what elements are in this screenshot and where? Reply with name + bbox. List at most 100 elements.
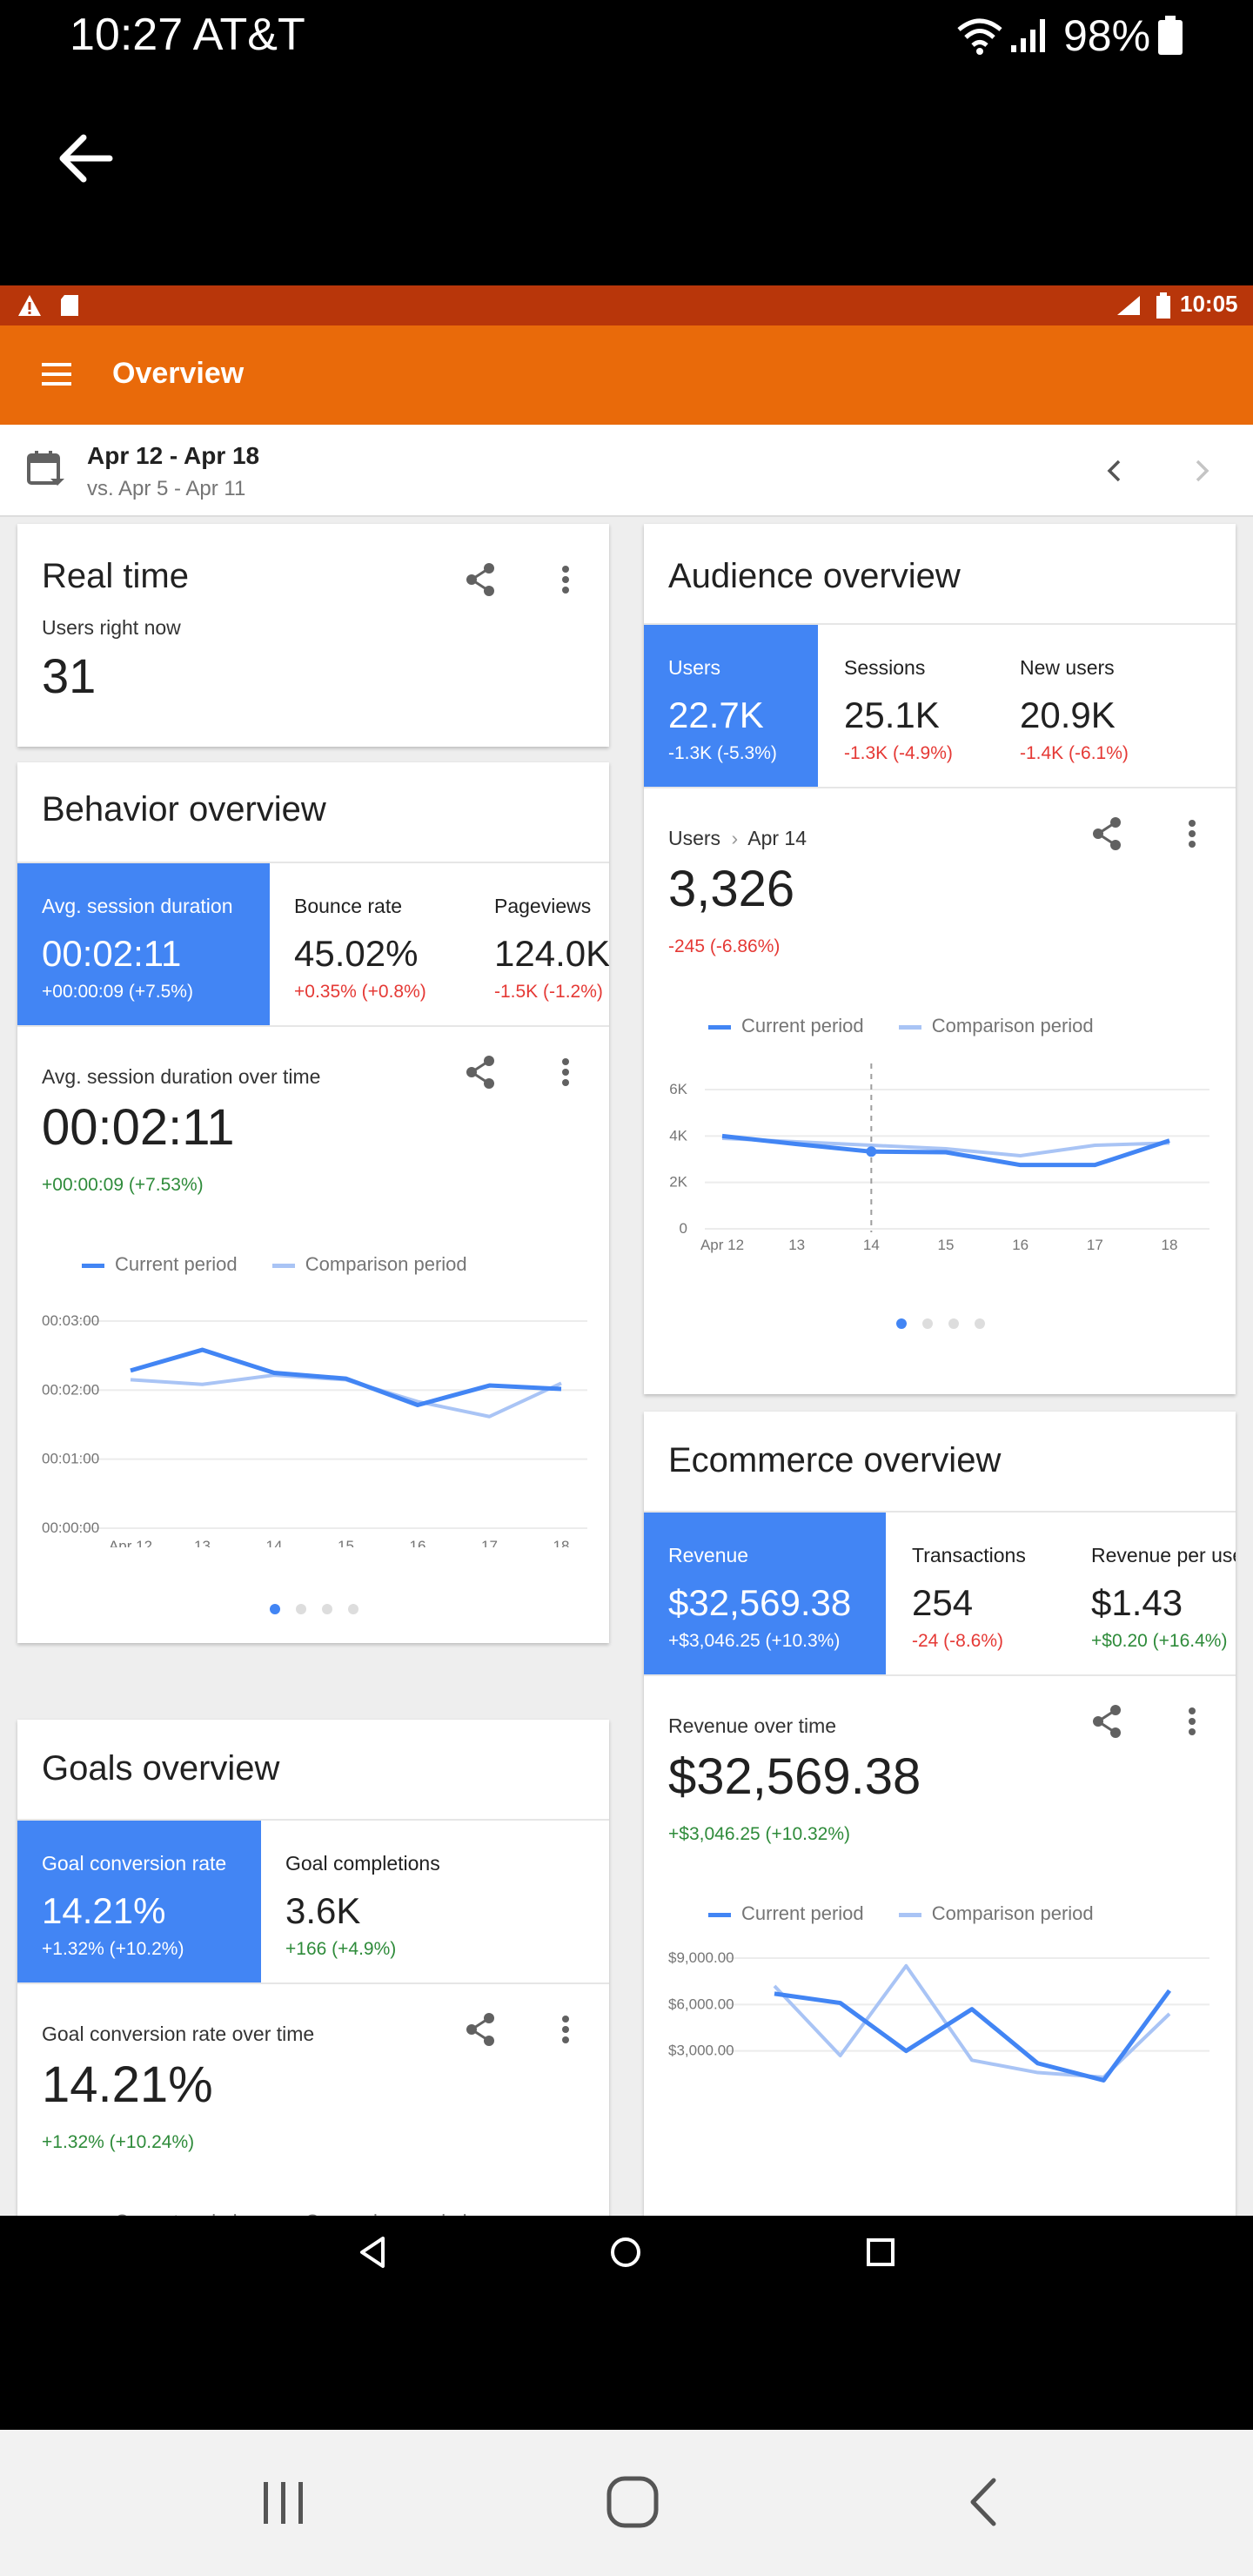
- x-tick-label: 16: [410, 1538, 426, 1547]
- tile-bounce-rate[interactable]: Bounce rate 45.02% +0.35% (+0.8%): [270, 863, 470, 1025]
- y-tick-label: 6K: [669, 1081, 687, 1097]
- x-tick-label: 17: [481, 1538, 498, 1547]
- detail-value: 00:02:11: [42, 1099, 235, 1156]
- recent-apps-icon[interactable]: [257, 2477, 309, 2529]
- chart-legend: Current period Comparison period: [708, 1902, 1123, 1925]
- ecommerce-title: Ecommerce overview: [668, 1441, 1002, 1479]
- tile-new-users[interactable]: New users 20.9K -1.4K (-6.1%): [992, 625, 1236, 787]
- back-arrow-icon[interactable]: [57, 132, 113, 184]
- detail-label: Users: [668, 827, 721, 849]
- more-vert-icon[interactable]: [1187, 1704, 1197, 1739]
- nav-home-icon[interactable]: [608, 2235, 643, 2270]
- pager-dot[interactable]: [948, 1318, 959, 1329]
- legend-comparison: Comparison period: [898, 1015, 1094, 1037]
- tile-label: Revenue: [668, 1544, 749, 1566]
- share-icon[interactable]: [465, 2012, 496, 2047]
- home-icon[interactable]: [604, 2473, 661, 2531]
- y-tick-label: $6,000.00: [668, 1996, 734, 2012]
- revenue-chart: $3,000.00 $6,000.00 $9,000.00: [668, 1949, 1209, 2083]
- y-tick-label: 4K: [669, 1127, 687, 1144]
- detail-label: Avg. session duration over time: [42, 1065, 321, 1088]
- audience-card: Audience overview Users 22.7K -1.3K (-5.…: [644, 524, 1236, 1394]
- tile-transactions[interactable]: Transactions 254 -24 (-8.6%): [886, 1513, 1065, 1674]
- nav-recents-icon[interactable]: [863, 2235, 898, 2270]
- app-toolbar: Overview: [0, 325, 1253, 425]
- battery-percent: 98%: [1063, 11, 1151, 60]
- x-tick-label: 13: [788, 1237, 805, 1253]
- tile-goal-conversion-rate[interactable]: Goal conversion rate 14.21% +1.32% (+10.…: [17, 1821, 261, 1982]
- share-icon[interactable]: [1091, 816, 1122, 851]
- realtime-value: 31: [42, 648, 97, 703]
- more-vert-icon[interactable]: [560, 2012, 571, 2047]
- more-vert-icon[interactable]: [560, 1055, 571, 1090]
- legend-current: Current period: [82, 1253, 238, 1276]
- x-tick-label: Apr 12: [109, 1538, 152, 1547]
- tile-label: Sessions: [844, 656, 926, 679]
- pager-dot[interactable]: [348, 1604, 358, 1614]
- nav-back-icon[interactable]: [355, 2235, 390, 2270]
- back-icon[interactable]: [962, 2475, 1002, 2529]
- tile-label: Goal conversion rate: [42, 1852, 227, 1875]
- tile-avg-session-duration[interactable]: Avg. session duration 00:02:11 +00:00:09…: [17, 863, 270, 1025]
- pager-dot[interactable]: [975, 1318, 985, 1329]
- more-vert-icon[interactable]: [1187, 816, 1197, 851]
- tile-label: Pageviews: [494, 895, 592, 917]
- calendar-icon[interactable]: [26, 449, 64, 489]
- x-tick-label: 18: [553, 1538, 570, 1547]
- battery-icon: [1158, 16, 1183, 55]
- android-nav-bar: [0, 2216, 1253, 2430]
- tile-sessions[interactable]: Sessions 25.1K -1.3K (-4.9%): [818, 625, 992, 787]
- tile-value: 124.0K: [494, 933, 609, 974]
- legend-current-label: Current period: [741, 1902, 864, 1924]
- tile-value: 25.1K: [844, 694, 940, 735]
- tile-value: 254: [912, 1582, 974, 1623]
- share-icon[interactable]: [465, 562, 496, 597]
- x-tick-label: 14: [266, 1538, 283, 1547]
- selected-point[interactable]: [866, 1146, 877, 1157]
- chevron-left-icon[interactable]: [1103, 458, 1124, 484]
- more-vert-icon[interactable]: [560, 562, 571, 597]
- realtime-card[interactable]: Real time Users right now 31: [17, 524, 609, 747]
- warning-icon: [18, 295, 41, 316]
- tile-value: $32,569.38: [668, 1582, 852, 1623]
- tile-delta: +$3,046.25 (+10.3%): [668, 1631, 841, 1651]
- menu-icon[interactable]: [40, 361, 73, 387]
- tile-value: 22.7K: [668, 694, 764, 735]
- app-screenshot-frame: 10:05 Overview Apr 12 - Apr 18 vs. Apr 5…: [0, 285, 1253, 2216]
- tile-pageviews[interactable]: Pageviews 124.0K -1.5K (-1.2%): [470, 863, 609, 1025]
- legend-current: Current period: [708, 1015, 864, 1037]
- x-tick-label: 18: [1162, 1237, 1178, 1253]
- y-tick-label: 00:02:00: [42, 1381, 99, 1398]
- tile-value: 20.9K: [1020, 694, 1116, 735]
- pager-dot[interactable]: [896, 1318, 907, 1329]
- tile-revenue[interactable]: Revenue $32,569.38 +$3,046.25 (+10.3%): [644, 1513, 886, 1674]
- chevron-right-icon[interactable]: [1192, 458, 1213, 484]
- tile-revenue-per-user[interactable]: Revenue per use $1.43 +$0.20 (+16.4%): [1065, 1513, 1236, 1674]
- legend-comparison: Comparison period: [898, 1902, 1094, 1925]
- pager-dot[interactable]: [296, 1604, 306, 1614]
- app-battery-icon: [1156, 292, 1170, 319]
- detail-delta: -245 (-6.86%): [668, 936, 781, 956]
- goals-card: Goals overview Goal conversion rate 14.2…: [17, 1720, 609, 2216]
- compare-range: vs. Apr 5 - Apr 11: [87, 477, 246, 500]
- detail-breadcrumb: Users › Apr 14: [668, 827, 807, 850]
- x-tick-label: 15: [338, 1538, 354, 1547]
- tile-users[interactable]: Users 22.7K -1.3K (-5.3%): [644, 625, 818, 787]
- y-tick-label: 00:00:00: [42, 1519, 99, 1536]
- pager-dot[interactable]: [322, 1604, 332, 1614]
- share-icon[interactable]: [465, 1055, 496, 1090]
- pager-dot[interactable]: [270, 1604, 280, 1614]
- pager-dots[interactable]: [270, 1603, 374, 1619]
- tile-value: $1.43: [1091, 1582, 1183, 1623]
- series-comparison-line: [773, 1963, 1171, 2079]
- tile-goal-completions[interactable]: Goal completions 3.6K +166 (+4.9%): [261, 1821, 609, 1982]
- x-tick-label: 16: [1012, 1237, 1029, 1253]
- mobile-signal-icon: [1117, 296, 1140, 315]
- chart-legend: Current period Comparison period: [82, 1253, 497, 1276]
- y-tick-label: $9,000.00: [668, 1949, 734, 1966]
- date-range-bar[interactable]: Apr 12 - Apr 18 vs. Apr 5 - Apr 11: [0, 425, 1253, 517]
- share-icon[interactable]: [1091, 1704, 1122, 1739]
- pager-dot[interactable]: [922, 1318, 933, 1329]
- pager-dots[interactable]: [896, 1318, 1001, 1333]
- tile-delta: -24 (-8.6%): [912, 1631, 1004, 1651]
